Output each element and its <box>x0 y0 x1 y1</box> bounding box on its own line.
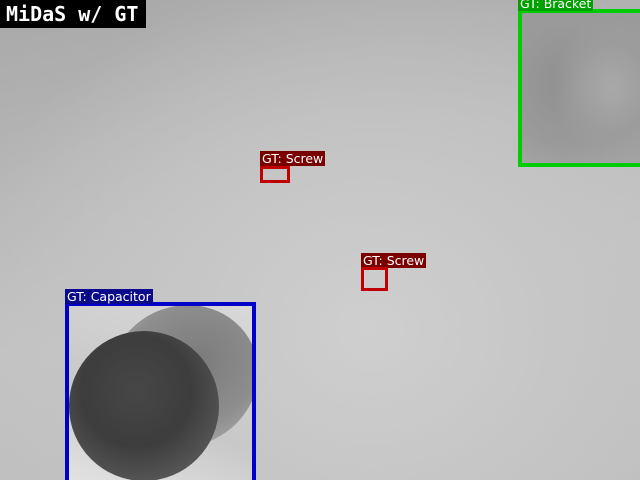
capacitor-label: GT: Capacitor <box>65 289 153 304</box>
depth-map-canvas: MiDaS w/ GT GT: Bracket GT: Screw GT: Sc… <box>0 0 640 480</box>
screw-bounding-box <box>361 267 388 291</box>
bracket-bounding-box <box>518 9 640 167</box>
screw-label: GT: Screw <box>260 151 326 166</box>
screw-bounding-box <box>260 166 290 183</box>
bracket-label: GT: Bracket <box>518 0 594 11</box>
screw-label: GT: Screw <box>361 253 427 268</box>
image-title: MiDaS w/ GT <box>0 0 147 28</box>
capacitor-bounding-box <box>65 302 256 480</box>
